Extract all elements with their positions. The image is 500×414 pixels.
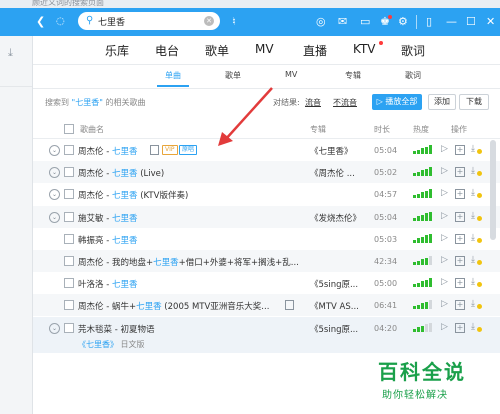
watermark-subtitle: 助你轻松解决 (382, 390, 448, 401)
arrow-shaft (224, 87, 273, 141)
annotation-arrow (218, 87, 273, 146)
scrollbar-thumb[interactable] (490, 140, 496, 240)
watermark-title: 百科全说 (378, 360, 466, 384)
watermark: 百科全说 助你轻松解决 (360, 356, 500, 414)
